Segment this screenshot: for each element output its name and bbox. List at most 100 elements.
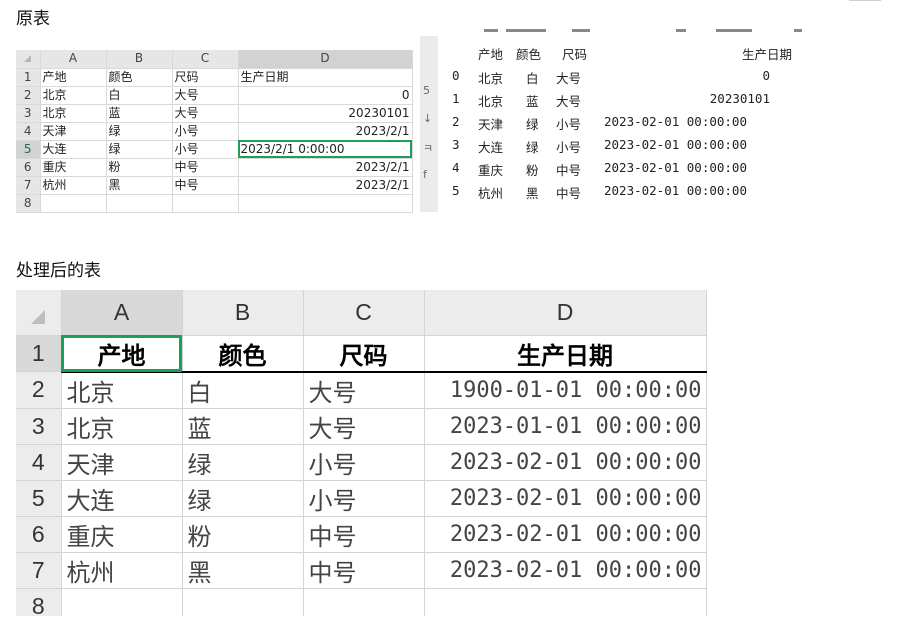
select-all-corner[interactable] (16, 290, 62, 336)
df-cell: 2023-02-01 00:00:00 (604, 114, 747, 129)
cell[interactable]: 绿 (182, 444, 304, 481)
cell[interactable]: 杭州 (40, 176, 107, 195)
cell[interactable]: 小号 (303, 480, 425, 517)
cell[interactable]: 2023-02-01 00:00:00 (424, 552, 707, 589)
cell[interactable] (40, 194, 107, 213)
header-cell[interactable]: 尺码 (303, 335, 425, 373)
cell[interactable]: 绿 (106, 140, 173, 159)
row-header[interactable]: 7 (16, 176, 41, 195)
cell[interactable]: 大号 (303, 408, 425, 445)
cell[interactable] (238, 194, 413, 213)
row-header[interactable]: 5 (16, 140, 41, 159)
cell[interactable]: 天津 (61, 444, 183, 481)
cell[interactable] (303, 588, 425, 616)
toolbar-glyph[interactable]: ↓ (423, 112, 432, 125)
cell[interactable]: 黑 (182, 552, 304, 589)
cell[interactable]: 中号 (303, 552, 425, 589)
table-row: 4 天津 绿 小号 2023/2/1 (16, 122, 413, 141)
cell[interactable]: 蓝 (106, 104, 173, 123)
table-row: 2 北京 白 大号 1900-01-01 00:00:00 (16, 371, 707, 409)
cell[interactable]: 0 (238, 86, 413, 105)
df-index: 0 (452, 68, 460, 83)
column-header-c[interactable]: C (172, 50, 239, 69)
row-header[interactable]: 5 (16, 480, 62, 517)
toolbar-glyph[interactable]: ㅋ (423, 140, 433, 156)
cell[interactable]: 生产日期 (238, 68, 413, 87)
column-header-d[interactable]: D (238, 50, 413, 69)
cell[interactable]: 2023/2/1 (238, 158, 413, 177)
active-cell[interactable]: 2023/2/1 0:00:00 (238, 140, 413, 159)
row-header[interactable]: 8 (16, 194, 41, 213)
row-header[interactable]: 2 (16, 371, 62, 409)
row-header[interactable]: 4 (16, 444, 62, 481)
cell[interactable]: 中号 (172, 158, 239, 177)
cell[interactable]: 尺码 (172, 68, 239, 87)
cell[interactable]: 20230101 (238, 104, 413, 123)
cell[interactable]: 大连 (40, 140, 107, 159)
cell[interactable]: 重庆 (61, 516, 183, 553)
row-header[interactable]: 4 (16, 122, 41, 141)
column-header-a[interactable]: A (40, 50, 107, 69)
cell[interactable]: 蓝 (182, 408, 304, 445)
cell[interactable]: 北京 (40, 104, 107, 123)
cell[interactable]: 北京 (61, 408, 183, 445)
row-header[interactable]: 6 (16, 516, 62, 553)
column-header-c[interactable]: C (303, 290, 425, 336)
row-header[interactable]: 2 (16, 86, 41, 105)
cell[interactable]: 2023/2/1 (238, 176, 413, 195)
row-header[interactable]: 1 (16, 68, 41, 87)
dataframe-row: 4 重庆 粉 中号 2023-02-01 00:00:00 (446, 160, 806, 180)
cell[interactable]: 天津 (40, 122, 107, 141)
cell[interactable]: 1900-01-01 00:00:00 (424, 371, 707, 409)
column-header-b[interactable]: B (182, 290, 304, 336)
cell[interactable]: 产地 (40, 68, 107, 87)
row-header[interactable]: 7 (16, 552, 62, 589)
cell[interactable]: 中号 (303, 516, 425, 553)
column-header-d[interactable]: D (424, 290, 707, 336)
cell[interactable]: 2023-02-01 00:00:00 (424, 516, 707, 553)
row-header[interactable]: 1 (16, 335, 62, 372)
cell[interactable]: 绿 (106, 122, 173, 141)
cell[interactable] (424, 588, 707, 616)
cell[interactable]: 粉 (182, 516, 304, 553)
cell[interactable]: 粉 (106, 158, 173, 177)
row-header[interactable]: 3 (16, 408, 62, 445)
cell[interactable]: 小号 (172, 122, 239, 141)
header-cell[interactable]: 生产日期 (424, 335, 707, 373)
row-header[interactable]: 6 (16, 158, 41, 177)
cell[interactable]: 大号 (172, 104, 239, 123)
select-all-corner[interactable] (16, 50, 41, 69)
row-header[interactable]: 8 (16, 588, 62, 616)
cell[interactable]: 大号 (172, 86, 239, 105)
cell[interactable] (182, 588, 304, 616)
cell[interactable]: 白 (106, 86, 173, 105)
cell[interactable]: 2023-01-01 00:00:00 (424, 408, 707, 445)
cell[interactable]: 大连 (61, 480, 183, 517)
cell[interactable] (61, 588, 183, 616)
toolbar-glyph[interactable]: 5 (423, 84, 430, 97)
cell[interactable]: 重庆 (40, 158, 107, 177)
cell[interactable]: 小号 (303, 444, 425, 481)
cell[interactable]: 2023/2/1 (238, 122, 413, 141)
cell[interactable] (172, 194, 239, 213)
cell[interactable]: 2023-02-01 00:00:00 (424, 444, 707, 481)
dataframe-output: 产地 颜色 尺码 生产日期 0 北京 白 大号 0 1 北京 蓝 大号 2023… (446, 28, 806, 218)
cell[interactable]: 大号 (303, 371, 425, 409)
cell[interactable]: 北京 (40, 86, 107, 105)
cell[interactable]: 白 (182, 371, 304, 409)
cell[interactable]: 绿 (182, 480, 304, 517)
cell[interactable]: 小号 (172, 140, 239, 159)
cell[interactable]: 杭州 (61, 552, 183, 589)
column-header-a[interactable]: A (61, 290, 183, 336)
cell[interactable]: 2023-02-01 00:00:00 (424, 480, 707, 517)
cell[interactable]: 黑 (106, 176, 173, 195)
cell[interactable] (106, 194, 173, 213)
toolbar-glyph[interactable]: f (423, 168, 427, 181)
row-header[interactable]: 3 (16, 104, 41, 123)
cell[interactable]: 中号 (172, 176, 239, 195)
header-cell[interactable]: 颜色 (182, 335, 304, 373)
column-header-b[interactable]: B (106, 50, 173, 69)
cell[interactable]: 北京 (61, 371, 183, 409)
cell[interactable]: 颜色 (106, 68, 173, 87)
active-cell[interactable]: 产地 (61, 335, 183, 373)
